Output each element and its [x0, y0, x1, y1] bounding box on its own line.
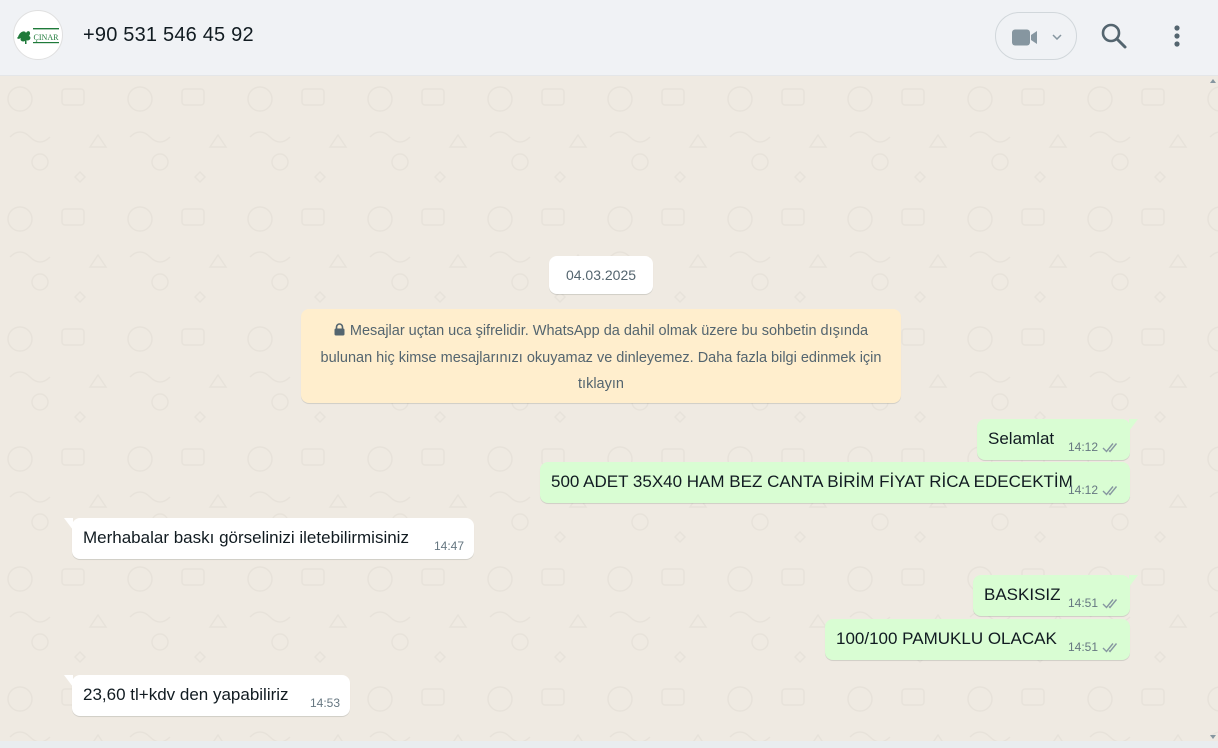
message-text: 100/100 PAMUKLU OLACAK — [836, 629, 1057, 648]
incoming-message[interactable]: 23,60 tl+kdv den yapabiliriz 14:53 — [64, 675, 350, 716]
lock-icon — [334, 323, 345, 336]
footer-edge — [0, 741, 1218, 748]
message-text: Selamlat — [988, 429, 1055, 448]
date-divider: 04.03.2025 — [549, 256, 653, 294]
message-meta: 14:51 — [1068, 596, 1120, 610]
svg-text:ÇINAR: ÇINAR — [34, 33, 60, 42]
message-meta: 14:12 — [1068, 440, 1120, 454]
video-camera-icon — [1012, 29, 1037, 46]
double-check-icon — [1102, 485, 1118, 496]
incoming-message[interactable]: Merhabalar baskı görselinizi iletebilirm… — [64, 518, 474, 559]
message-text: Merhabalar baskı görselinizi iletebilirm… — [83, 528, 409, 547]
more-vertical-icon — [1174, 25, 1180, 47]
double-check-icon — [1102, 598, 1118, 609]
encryption-notice[interactable]: Mesajlar uçtan uca şifrelidir. WhatsApp … — [301, 309, 901, 403]
chat-header: ÇINAR +90 531 546 45 92 — [0, 0, 1218, 76]
video-call-button[interactable] — [995, 12, 1077, 60]
message-time: 14:53 — [309, 696, 340, 710]
bubble-tail-icon — [64, 518, 73, 530]
message-text: 23,60 tl+kdv den yapabiliriz — [83, 685, 289, 704]
message-time: 14:47 — [433, 539, 464, 553]
message-text: 500 ADET 35X40 HAM BEZ CANTA BİRİM FİYAT… — [551, 472, 1073, 491]
encryption-notice-text: Mesajlar uçtan uca şifrelidir. WhatsApp … — [320, 323, 882, 392]
cinar-logo-icon: ÇINAR — [17, 28, 60, 44]
menu-button[interactable] — [1165, 22, 1189, 50]
search-icon — [1101, 23, 1127, 49]
message-time: 14:12 — [1067, 483, 1098, 497]
outgoing-message[interactable]: 500 ADET 35X40 HAM BEZ CANTA BİRİM FİYAT… — [540, 462, 1130, 503]
double-check-icon — [1102, 642, 1118, 653]
message-time: 14:51 — [1067, 640, 1098, 654]
outgoing-message[interactable]: Selamlat 14:12 — [977, 419, 1138, 460]
contact-avatar[interactable]: ÇINAR — [13, 10, 63, 60]
bubble-tail-icon — [1129, 419, 1138, 431]
message-meta: 14:53 — [310, 696, 340, 710]
message-text: BASKISIZ — [984, 585, 1061, 604]
chevron-down-icon — [1052, 34, 1062, 40]
message-time: 14:12 — [1067, 440, 1098, 454]
bubble-tail-icon — [1129, 575, 1138, 587]
contact-name[interactable]: +90 531 546 45 92 — [83, 24, 254, 47]
chat-scrollbar[interactable] — [1208, 77, 1218, 741]
double-check-icon — [1102, 442, 1118, 453]
outgoing-message[interactable]: 100/100 PAMUKLU OLACAK 14:51 — [825, 619, 1130, 660]
message-meta: 14:12 — [1068, 483, 1120, 497]
bubble-tail-icon — [64, 675, 73, 687]
message-meta: 14:51 — [1068, 640, 1120, 654]
message-meta: 14:47 — [434, 539, 464, 553]
message-time: 14:51 — [1067, 596, 1098, 610]
search-button[interactable] — [1100, 22, 1128, 50]
outgoing-message[interactable]: BASKISIZ 14:51 — [973, 575, 1138, 616]
